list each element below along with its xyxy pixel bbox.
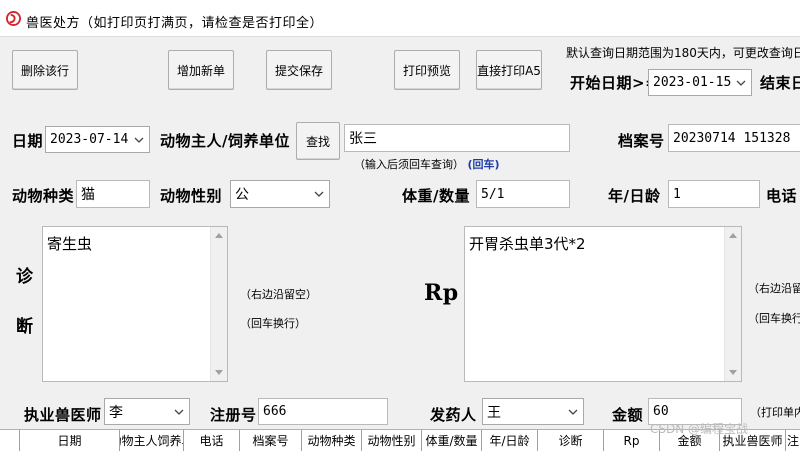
dispenser-label: 发药人 [430, 406, 477, 424]
end-date-label: 结束日 [760, 74, 800, 92]
rp-text: 开胃杀虫单3代*2 [469, 235, 586, 253]
grid-col-phone[interactable]: 电话 [184, 430, 240, 451]
grid-col-weight[interactable]: 体重/数量 [422, 430, 482, 451]
owner-label: 动物主人/饲养单位 [160, 132, 290, 150]
chevron-down-icon [174, 409, 184, 415]
weight-input[interactable]: 5/1 [476, 180, 570, 208]
diagnosis-text: 寄生虫 [47, 235, 93, 253]
age-label: 年/日龄 [608, 187, 661, 205]
submit-save-button[interactable]: 提交保存 [266, 50, 332, 90]
grid-col-date[interactable]: 日期 [20, 430, 120, 451]
chevron-down-icon [134, 137, 144, 143]
window-title: 兽医处方（如打印页打满页，请检查是否打印全） [26, 16, 324, 31]
owner-hint-text: （输入后须回车查询） [354, 158, 464, 171]
scroll-down-icon [729, 370, 737, 375]
rp-label: Rp [424, 280, 459, 306]
vet-select[interactable]: 李 [104, 398, 190, 425]
age-input[interactable]: 1 [668, 180, 760, 208]
owner-input[interactable]: 张三 [344, 124, 570, 152]
scroll-up-icon [215, 233, 223, 238]
owner-hint-enter: (回车) [467, 158, 500, 171]
file-no-input[interactable]: 20230714 151328 [668, 124, 800, 152]
grid-col-note[interactable]: 注 [786, 430, 800, 451]
diagnosis-textarea[interactable]: 寄生虫 [42, 226, 228, 382]
sex-select[interactable]: 公 [230, 180, 330, 208]
grid-col-file-no[interactable]: 档案号 [240, 430, 302, 451]
rp-scrollbar[interactable] [724, 227, 741, 381]
date-value: 2023-07-14 [50, 132, 129, 147]
vet-value: 李 [109, 404, 123, 421]
enter-hint-right: （回车换行 [748, 312, 800, 325]
diagnosis-label-1: 诊 [16, 267, 34, 287]
date-picker[interactable]: 2023-07-14 [45, 126, 150, 153]
weight-label: 体重/数量 [402, 187, 470, 205]
reg-label: 注册号 [210, 406, 257, 424]
title-bar: 兽医处方（如打印页打满页，请检查是否打印全） [0, 0, 800, 37]
date-label: 日期 [12, 132, 44, 150]
chevron-down-icon [736, 80, 746, 86]
amount-label: 金额 [612, 406, 644, 424]
start-date-label: 开始日期>= [570, 74, 659, 92]
enter-hint: （回车换行） [240, 317, 306, 330]
species-input[interactable]: 猫 [76, 180, 150, 208]
reg-input[interactable]: 666 [258, 398, 388, 425]
search-button[interactable]: 查找 [296, 122, 340, 160]
watermark: CSDN @编程宝战 [650, 422, 749, 436]
diagnosis-label-2: 断 [16, 317, 34, 337]
add-new-button[interactable]: 增加新单 [168, 50, 234, 90]
grid-row-selector-header [0, 430, 20, 451]
sex-value: 公 [235, 187, 249, 203]
dispenser-value: 王 [487, 404, 501, 421]
dispenser-select[interactable]: 王 [482, 398, 584, 425]
file-no-label: 档案号 [618, 132, 665, 150]
grid-col-sex[interactable]: 动物性别 [362, 430, 422, 451]
grid-col-diagnosis[interactable]: 诊断 [538, 430, 604, 451]
print-hint: （打印单内 [750, 406, 800, 419]
margin-hint: （右边沿留空） [240, 288, 317, 301]
grid-col-owner[interactable]: 动物主人饲养单 [120, 430, 184, 451]
start-date-value: 2023-01-15 [653, 75, 732, 90]
phone-label: 电话 [766, 187, 798, 205]
app-logo-icon [6, 11, 21, 26]
chevron-down-icon [314, 191, 324, 197]
print-preview-button[interactable]: 打印预览 [394, 50, 460, 90]
date-range-note: 默认查询日期范围为180天内，可更改查询日期 [566, 46, 800, 60]
owner-hint: （输入后须回车查询） (回车) [354, 156, 500, 172]
scroll-down-icon [215, 370, 223, 375]
chevron-down-icon [568, 409, 578, 415]
delete-row-button[interactable]: 删除该行 [12, 50, 78, 90]
direct-print-button[interactable]: 直接打印A5 [476, 50, 542, 90]
sex-label: 动物性别 [160, 187, 223, 205]
species-label: 动物种类 [12, 187, 75, 205]
grid-col-age[interactable]: 年/日龄 [482, 430, 538, 451]
start-date-picker[interactable]: 2023-01-15 [648, 69, 752, 96]
margin-hint-right: （右边沿留 [748, 282, 800, 295]
grid-col-species[interactable]: 动物种类 [302, 430, 362, 451]
diagnosis-scrollbar[interactable] [210, 227, 227, 381]
rp-textarea[interactable]: 开胃杀虫单3代*2 [464, 226, 742, 382]
scroll-up-icon [729, 233, 737, 238]
vet-label: 执业兽医师 [24, 406, 102, 424]
